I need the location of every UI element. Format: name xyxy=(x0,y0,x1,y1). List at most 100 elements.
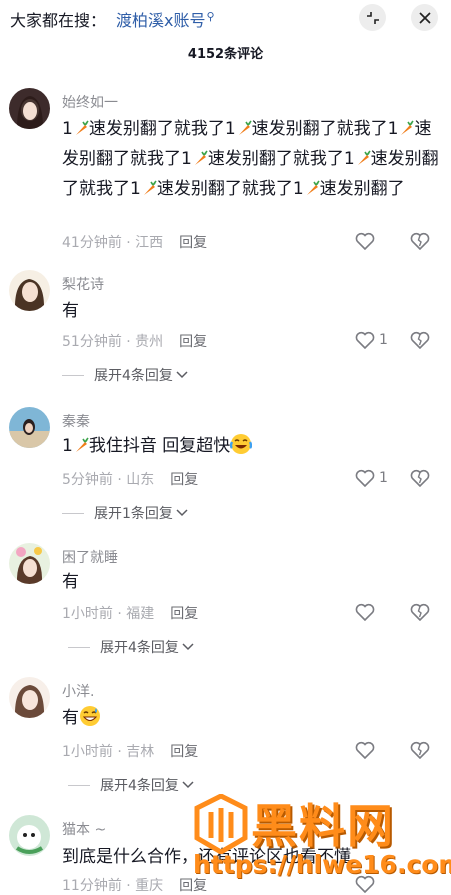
like-button[interactable]: 1 xyxy=(355,469,388,487)
comment-username[interactable]: 猫本 ~ xyxy=(62,819,106,839)
avatar[interactable] xyxy=(9,815,50,856)
dislike-button[interactable] xyxy=(410,232,430,254)
like-button[interactable] xyxy=(355,603,379,621)
watermark-logo-icon xyxy=(194,794,248,854)
avatar[interactable] xyxy=(9,407,50,448)
comment-text: 有 xyxy=(62,572,79,592)
expand-replies-button[interactable]: 展开4条回复 xyxy=(68,637,194,657)
comment-time-location: 1小时前 · 吉林 xyxy=(62,744,155,760)
carrot-emoji-icon xyxy=(238,120,252,135)
comment-username[interactable]: 梨花诗 xyxy=(62,274,104,294)
reply-button[interactable]: 回复 xyxy=(170,606,198,622)
search-suggestion-text: 渡柏溪x账号 xyxy=(116,11,206,30)
comment-username[interactable]: 困了就睡 xyxy=(62,547,118,567)
chevron-down-icon xyxy=(182,781,194,789)
comment-text: 有 xyxy=(62,301,79,321)
comment-text: 1 我住抖音 回复超快 xyxy=(62,431,442,461)
comment-time-location: 51分钟前 · 贵州 xyxy=(62,334,164,350)
like-count: 1 xyxy=(379,470,388,486)
comment-text: 1 速发别翻了就我了1 速发别翻了就我了1 速发别翻了就我了1 速发别翻了就我了1 速发别… xyxy=(62,114,442,204)
heart-icon xyxy=(355,232,375,250)
divider xyxy=(62,374,84,376)
comment-time-location: 1小时前 · 福建 xyxy=(62,606,155,622)
expand-replies-label: 展开4条回复 xyxy=(100,778,179,794)
comment-text-part: 我住抖音 回复超快 xyxy=(88,436,231,456)
comment-time-location: 41分钟前 · 江西 xyxy=(62,235,164,251)
comment-text-part: 1 xyxy=(62,436,73,456)
carrot-emoji-icon xyxy=(194,150,208,165)
comment-time-location: 5分钟前 · 山东 xyxy=(62,472,155,488)
broken-heart-icon xyxy=(410,331,430,350)
dislike-button[interactable] xyxy=(410,603,430,625)
like-button[interactable]: 1 xyxy=(355,331,388,349)
dislike-button[interactable] xyxy=(410,469,430,491)
comment-username[interactable]: 小洋. xyxy=(62,681,94,701)
comment-username[interactable]: 始终如一 xyxy=(62,92,118,112)
comment-text: 有 xyxy=(62,703,442,733)
collapse-icon xyxy=(366,11,379,24)
watermark: 黑料网 https://hlwe16.com xyxy=(193,790,451,885)
comment-meta: 41分钟前 · 江西 回复 xyxy=(62,232,207,252)
comment-text-part: 1 xyxy=(62,119,73,139)
carrot-emoji-icon xyxy=(357,150,371,165)
broken-heart-icon xyxy=(410,232,430,251)
close-icon xyxy=(418,11,431,24)
like-button[interactable] xyxy=(355,232,379,250)
avatar[interactable] xyxy=(9,677,50,718)
collapse-button[interactable] xyxy=(359,4,386,31)
reply-button[interactable]: 回复 xyxy=(170,472,198,488)
reply-button[interactable]: 回复 xyxy=(179,235,207,251)
search-icon: ⚲ xyxy=(206,9,215,23)
broken-heart-icon xyxy=(410,469,430,488)
carrot-emoji-icon xyxy=(75,120,89,135)
comment-username[interactable]: 秦秦 xyxy=(62,411,90,431)
heart-icon xyxy=(355,331,375,349)
expand-replies-button[interactable]: 展开4条回复 xyxy=(68,775,194,795)
heart-icon xyxy=(355,469,375,487)
dislike-button[interactable] xyxy=(410,741,430,763)
comment-meta: 1小时前 · 吉林 回复 xyxy=(62,741,198,761)
comment-text-part: 速发别翻了 xyxy=(319,179,405,199)
divider xyxy=(62,512,84,514)
expand-replies-label: 展开4条回复 xyxy=(100,640,179,656)
comment-meta: 5分钟前 · 山东 回复 xyxy=(62,469,198,489)
avatar[interactable] xyxy=(9,543,50,584)
chevron-down-icon xyxy=(176,371,188,379)
grinning-sweat-emoji-icon xyxy=(80,706,100,726)
expand-replies-label: 展开1条回复 xyxy=(94,506,173,522)
comment-text-part: 速发别翻了就我了1 xyxy=(251,119,399,139)
chevron-down-icon xyxy=(176,509,188,517)
expand-replies-button[interactable]: 展开4条回复 xyxy=(62,365,188,385)
expand-replies-button[interactable]: 展开1条回复 xyxy=(62,503,188,523)
like-count: 1 xyxy=(379,332,388,348)
carrot-emoji-icon xyxy=(306,180,320,195)
close-button[interactable] xyxy=(411,4,438,31)
comment-text-part: 速发别翻了就我了1 xyxy=(88,119,236,139)
comment-meta: 11分钟前 · 重庆 回复 xyxy=(62,875,207,895)
divider xyxy=(68,646,90,648)
expand-replies-label: 展开4条回复 xyxy=(94,368,173,384)
comment-time-location: 11分钟前 · 重庆 xyxy=(62,878,164,894)
avatar[interactable] xyxy=(9,88,50,129)
comment-meta: 51分钟前 · 贵州 回复 xyxy=(62,331,207,351)
broken-heart-icon xyxy=(410,741,430,760)
chevron-down-icon xyxy=(182,643,194,651)
reply-button[interactable]: 回复 xyxy=(170,744,198,760)
search-prefix: 大家都在搜： xyxy=(10,11,107,30)
watermark-url: https://hlwe16.com xyxy=(193,850,451,879)
comment-text-part: 速发别翻了就我了1 xyxy=(207,149,355,169)
comment-text-part: 有 xyxy=(62,708,79,728)
comment-count: 4152条评论 xyxy=(187,47,264,62)
avatar[interactable] xyxy=(9,270,50,311)
comment-text-part: 速发别翻了就我了1 xyxy=(156,179,304,199)
carrot-emoji-icon xyxy=(401,120,415,135)
top-search-bar: 大家都在搜： 渡柏溪x账号⚲ xyxy=(0,0,451,36)
broken-heart-icon xyxy=(410,603,430,622)
reply-button[interactable]: 回复 xyxy=(179,334,207,350)
carrot-emoji-icon xyxy=(143,180,157,195)
carrot-emoji-icon xyxy=(75,437,89,452)
comment-meta: 1小时前 · 福建 回复 xyxy=(62,603,198,623)
like-button[interactable] xyxy=(355,741,379,759)
dislike-button[interactable] xyxy=(410,331,430,353)
search-suggestion-link[interactable]: 渡柏溪x账号⚲ xyxy=(116,7,215,31)
